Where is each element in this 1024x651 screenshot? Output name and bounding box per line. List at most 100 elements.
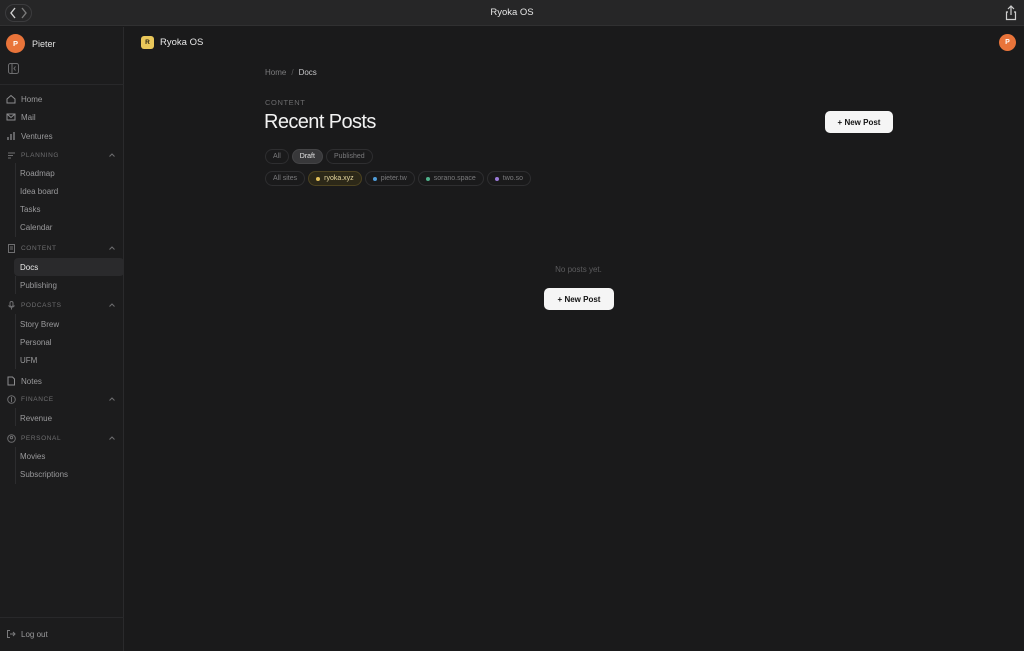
group-finance[interactable]: FINANCE [5, 392, 119, 406]
home-icon [6, 94, 16, 104]
sidebar-item-subscriptions[interactable]: Subscriptions [14, 465, 124, 483]
mail-icon [6, 112, 16, 122]
sidebar-item-revenue[interactable]: Revenue [14, 409, 124, 427]
sidebar-toggle-icon[interactable] [8, 63, 19, 74]
sidebar-item-label: Ventures [21, 131, 53, 141]
site-filters: All sites ryoka.xyz pieter.tw sorano.spa… [265, 171, 532, 186]
chevron-up-icon[interactable] [108, 301, 116, 309]
sidebar-item-idea-board[interactable]: Idea board [14, 182, 124, 200]
group-label: PLANNING [21, 151, 60, 159]
avatar[interactable]: P [999, 34, 1016, 51]
filter-label: sorano.space [433, 175, 476, 182]
back-icon[interactable] [8, 6, 18, 20]
filter-label: two.so [502, 175, 524, 182]
sidebar-item-label: Notes [21, 376, 42, 386]
sidebar-item-label: Calendar [20, 222, 53, 232]
filter-pieter-tw[interactable]: pieter.tw [364, 171, 415, 186]
filter-sorano-space[interactable]: sorano.space [417, 171, 484, 186]
group-podcasts[interactable]: PODCASTS [5, 298, 119, 312]
logout-icon [6, 629, 16, 639]
sidebar-item-publishing[interactable]: Publishing [14, 276, 124, 294]
sidebar-item-personal-podcast[interactable]: Personal [14, 333, 124, 351]
sidebar-item-label: Story Brew [20, 319, 60, 329]
chevron-up-icon[interactable] [108, 244, 116, 252]
sidebar-item-home[interactable]: Home [5, 90, 119, 108]
filter-ryoka-xyz[interactable]: ryoka.xyz [308, 171, 362, 186]
share-icon[interactable] [1004, 5, 1018, 21]
user-name: Pieter [32, 38, 56, 49]
history-nav [5, 4, 32, 22]
breadcrumb-separator: / [291, 68, 294, 77]
logout-button[interactable]: Log out [5, 625, 119, 643]
user-profile[interactable]: P Pieter [6, 34, 56, 53]
breadcrumb: Home / Docs [265, 68, 317, 77]
empty-state-message: No posts yet. [555, 265, 602, 274]
tab-draft[interactable]: Draft [291, 149, 323, 164]
site-dot-icon [372, 176, 377, 181]
logout-label: Log out [21, 629, 48, 639]
chevron-up-icon[interactable] [108, 434, 116, 442]
sidebar-divider [0, 617, 124, 618]
sidebar-item-roadmap[interactable]: Roadmap [14, 164, 124, 182]
note-icon [6, 376, 16, 386]
status-tabs: All Draft Published [265, 149, 373, 164]
sidebar-item-label: Movies [20, 451, 46, 461]
filter-two-so[interactable]: two.so [486, 171, 532, 186]
chevron-up-icon[interactable] [108, 395, 116, 403]
workspace-brand[interactable]: R Ryoka OS [141, 36, 203, 49]
sidebar-item-label: Mail [21, 112, 36, 122]
sidebar-item-movies[interactable]: Movies [14, 447, 124, 465]
sidebar-item-label: UFM [20, 355, 38, 365]
chevron-up-icon[interactable] [108, 151, 116, 159]
sidebar-item-label: Docs [20, 262, 39, 272]
empty-state-new-post-button[interactable]: + New Post [544, 288, 614, 310]
sidebar-item-label: Roadmap [20, 168, 55, 178]
tab-published[interactable]: Published [325, 149, 373, 164]
microphone-icon [7, 300, 16, 310]
sidebar-item-notes[interactable]: Notes [5, 372, 119, 390]
page-title: Recent Posts [264, 111, 376, 133]
sidebar-item-label: Publishing [20, 280, 57, 290]
group-label: PODCASTS [21, 301, 62, 309]
group-content[interactable]: CONTENT [5, 241, 119, 255]
forward-icon[interactable] [19, 6, 29, 20]
group-label: FINANCE [21, 395, 54, 403]
group-personal[interactable]: PERSONAL [5, 431, 119, 445]
sidebar-item-tasks[interactable]: Tasks [14, 200, 124, 218]
tab-all[interactable]: All [265, 149, 289, 164]
sidebar-item-label: Personal [20, 337, 52, 347]
avatar: P [6, 34, 25, 53]
site-dot-icon [316, 176, 321, 181]
sidebar-item-story-brew[interactable]: Story Brew [14, 315, 124, 333]
window-titlebar: Ryoka OS [0, 0, 1024, 26]
group-planning[interactable]: PLANNING [5, 148, 119, 162]
sidebar-item-label: Tasks [20, 204, 41, 214]
sidebar-item-label: Revenue [20, 413, 53, 423]
site-dot-icon [425, 176, 430, 181]
sidebar-item-ufm[interactable]: UFM [14, 351, 124, 369]
sidebar-item-label: Idea board [20, 186, 59, 196]
sidebar-item-mail[interactable]: Mail [5, 108, 119, 126]
section-label: CONTENT [265, 98, 306, 107]
breadcrumb-current: Docs [298, 68, 317, 77]
filter-label: All sites [273, 175, 298, 182]
sidebar-item-docs[interactable]: Docs [14, 258, 124, 276]
brand-logo: R [141, 36, 154, 49]
sidebar-item-label: Home [21, 94, 43, 104]
sidebar-item-calendar[interactable]: Calendar [14, 218, 124, 236]
sidebar: P Pieter Home Mail Ventures PLANNING Roa… [0, 27, 124, 651]
filter-label: ryoka.xyz [324, 175, 354, 182]
dollar-icon [7, 394, 16, 404]
document-icon [7, 243, 16, 253]
group-label: CONTENT [21, 244, 57, 252]
layers-icon [7, 151, 16, 160]
window-title: Ryoka OS [490, 7, 534, 18]
brand-name: Ryoka OS [160, 37, 204, 48]
sidebar-item-label: Subscriptions [20, 469, 69, 479]
sidebar-divider [0, 84, 124, 85]
filter-all-sites[interactable]: All sites [265, 171, 306, 186]
new-post-button[interactable]: + New Post [825, 111, 893, 133]
breadcrumb-home[interactable]: Home [265, 68, 286, 77]
sidebar-item-ventures[interactable]: Ventures [5, 127, 119, 145]
person-icon [7, 433, 16, 443]
